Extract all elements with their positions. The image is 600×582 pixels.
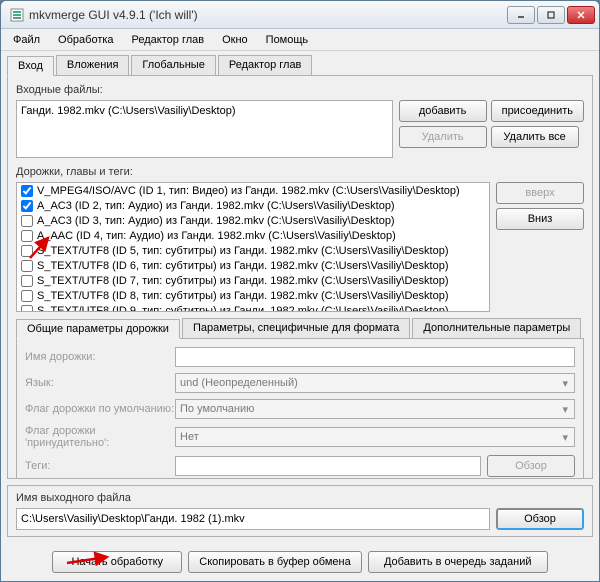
- menu-file[interactable]: Файл: [5, 32, 48, 48]
- track-row[interactable]: S_TEXT/UTF8 (ID 8, тип: субтитры) из Ган…: [17, 288, 489, 303]
- track-checkbox[interactable]: [21, 305, 33, 313]
- maximize-button[interactable]: [537, 6, 565, 24]
- track-checkbox[interactable]: [21, 275, 33, 287]
- track-checkbox[interactable]: [21, 290, 33, 302]
- track-label: S_TEXT/UTF8 (ID 7, тип: субтитры) из Ган…: [37, 275, 449, 287]
- track-row[interactable]: V_MPEG4/ISO/AVC (ID 1, тип: Видео) из Га…: [17, 183, 489, 198]
- output-browse-button[interactable]: Обзор: [496, 508, 584, 530]
- tags-field[interactable]: [175, 456, 481, 476]
- input-files-list[interactable]: Ганди. 1982.mkv (C:\Users\Vasiliy\Deskto…: [16, 100, 393, 158]
- track-label: A_AAC (ID 4, тип: Аудио) из Ганди. 1982.…: [37, 230, 396, 242]
- titlebar: mkvmerge GUI v4.9.1 ('Ich will'): [1, 1, 599, 29]
- tab-chapter-editor[interactable]: Редактор глав: [218, 55, 313, 75]
- input-file-item[interactable]: Ганди. 1982.mkv (C:\Users\Vasiliy\Deskto…: [21, 105, 388, 117]
- track-label: V_MPEG4/ISO/AVC (ID 1, тип: Видео) из Га…: [37, 185, 460, 197]
- tab-global[interactable]: Глобальные: [131, 55, 215, 75]
- forced-flag-combo[interactable]: Нет: [175, 427, 575, 447]
- track-label: A_AC3 (ID 3, тип: Аудио) из Ганди. 1982.…: [37, 215, 395, 227]
- close-button[interactable]: [567, 6, 595, 24]
- track-label: S_TEXT/UTF8 (ID 5, тип: субтитры) из Ган…: [37, 245, 449, 257]
- default-flag-combo[interactable]: По умолчанию: [175, 399, 575, 419]
- bottom-bar: Начать обработку Скопировать в буфер обм…: [1, 543, 599, 581]
- track-row[interactable]: A_AAC (ID 4, тип: Аудио) из Ганди. 1982.…: [17, 228, 489, 243]
- append-button[interactable]: присоединить: [491, 100, 584, 122]
- track-label: S_TEXT/UTF8 (ID 8, тип: субтитры) из Ган…: [37, 290, 449, 302]
- track-checkbox[interactable]: [21, 215, 33, 227]
- track-row[interactable]: A_AC3 (ID 2, тип: Аудио) из Ганди. 1982.…: [17, 198, 489, 213]
- tracks-list[interactable]: V_MPEG4/ISO/AVC (ID 1, тип: Видео) из Га…: [16, 182, 490, 312]
- queue-button[interactable]: Добавить в очередь заданий: [368, 551, 548, 573]
- input-files-label: Входные файлы:: [16, 84, 584, 96]
- main-tabbar: Вход Вложения Глобальные Редактор глав: [1, 51, 599, 75]
- track-label: A_AC3 (ID 2, тип: Аудио) из Ганди. 1982.…: [37, 200, 395, 212]
- up-button[interactable]: вверх: [496, 182, 584, 204]
- track-checkbox[interactable]: [21, 245, 33, 257]
- track-checkbox[interactable]: [21, 260, 33, 272]
- app-icon: [9, 7, 25, 23]
- window-title: mkvmerge GUI v4.9.1 ('Ich will'): [29, 8, 507, 22]
- track-label: S_TEXT/UTF8 (ID 9, тип: субтитры) из Ган…: [37, 305, 449, 313]
- track-checkbox[interactable]: [21, 200, 33, 212]
- start-button[interactable]: Начать обработку: [52, 551, 182, 573]
- tab-attachments[interactable]: Вложения: [56, 55, 130, 75]
- track-label: S_TEXT/UTF8 (ID 6, тип: субтитры) из Ган…: [37, 260, 449, 272]
- track-row[interactable]: A_AC3 (ID 3, тип: Аудио) из Ганди. 1982.…: [17, 213, 489, 228]
- track-general-panel: Имя дорожки: Язык: und (Неопределенный) …: [16, 338, 584, 479]
- down-button[interactable]: Вниз: [496, 208, 584, 230]
- tags-label: Теги:: [25, 460, 175, 472]
- tags-browse-button[interactable]: Обзор: [487, 455, 575, 477]
- track-name-label: Имя дорожки:: [25, 351, 175, 363]
- subtab-format[interactable]: Параметры, специфичные для формата: [182, 318, 410, 338]
- language-label: Язык:: [25, 377, 175, 389]
- track-row[interactable]: S_TEXT/UTF8 (ID 7, тип: субтитры) из Ган…: [17, 273, 489, 288]
- tracks-label: Дорожки, главы и теги:: [16, 166, 584, 178]
- minimize-button[interactable]: [507, 6, 535, 24]
- app-window: mkvmerge GUI v4.9.1 ('Ich will') Файл Об…: [0, 0, 600, 582]
- output-file-field[interactable]: [16, 508, 490, 530]
- track-row[interactable]: S_TEXT/UTF8 (ID 9, тип: субтитры) из Ган…: [17, 303, 489, 312]
- language-combo[interactable]: und (Неопределенный): [175, 373, 575, 393]
- track-checkbox[interactable]: [21, 185, 33, 197]
- menu-help[interactable]: Помощь: [258, 32, 317, 48]
- track-row[interactable]: S_TEXT/UTF8 (ID 6, тип: субтитры) из Ган…: [17, 258, 489, 273]
- subtab-general[interactable]: Общие параметры дорожки: [16, 319, 180, 339]
- add-button[interactable]: добавить: [399, 100, 487, 122]
- menu-chapter-editor[interactable]: Редактор глав: [124, 32, 213, 48]
- remove-button[interactable]: Удалить: [399, 126, 487, 148]
- track-name-field[interactable]: [175, 347, 575, 367]
- track-row[interactable]: S_TEXT/UTF8 (ID 5, тип: субтитры) из Ган…: [17, 243, 489, 258]
- subtab-extra[interactable]: Дополнительные параметры: [412, 318, 581, 338]
- menu-processing[interactable]: Обработка: [50, 32, 121, 48]
- copy-button[interactable]: Скопировать в буфер обмена: [188, 551, 361, 573]
- output-file-label: Имя выходного файла: [16, 492, 584, 504]
- menu-window[interactable]: Окно: [214, 32, 256, 48]
- default-flag-label: Флаг дорожки по умолчанию:: [25, 403, 175, 415]
- forced-flag-label: Флаг дорожки 'принудительно':: [25, 425, 175, 449]
- menubar: Файл Обработка Редактор глав Окно Помощь: [1, 29, 599, 51]
- track-checkbox[interactable]: [21, 230, 33, 242]
- remove-all-button[interactable]: Удалить все: [491, 126, 579, 148]
- track-subtabs: Общие параметры дорожки Параметры, специ…: [16, 312, 584, 338]
- tab-input[interactable]: Вход: [7, 56, 54, 76]
